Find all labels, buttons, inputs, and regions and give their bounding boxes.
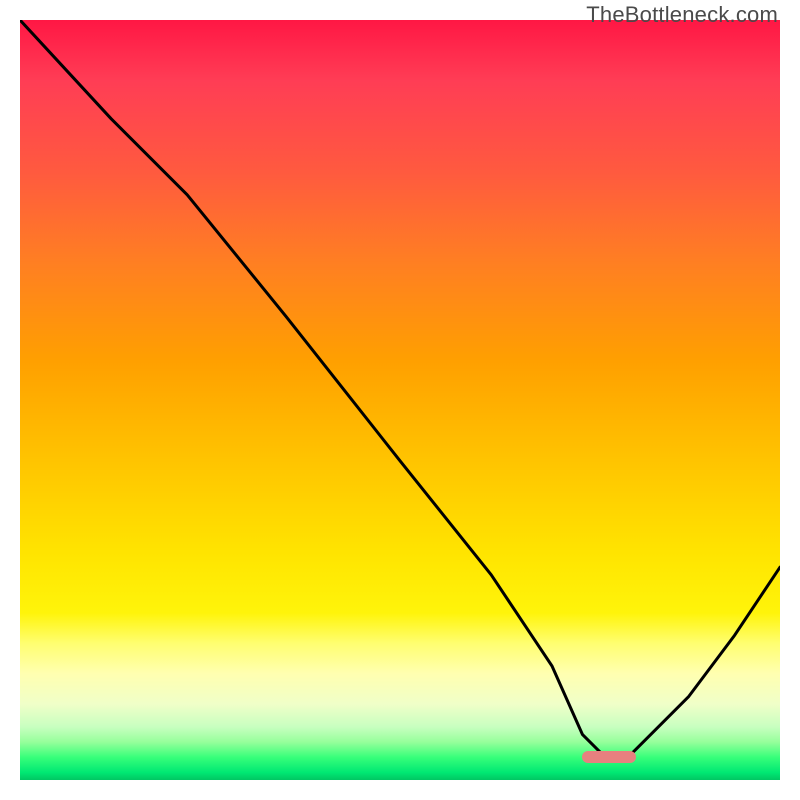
gradient-background — [20, 20, 780, 780]
chart-container: TheBottleneck.com — [0, 0, 800, 800]
watermark-text: TheBottleneck.com — [586, 2, 778, 28]
optimal-range-marker — [582, 751, 635, 763]
